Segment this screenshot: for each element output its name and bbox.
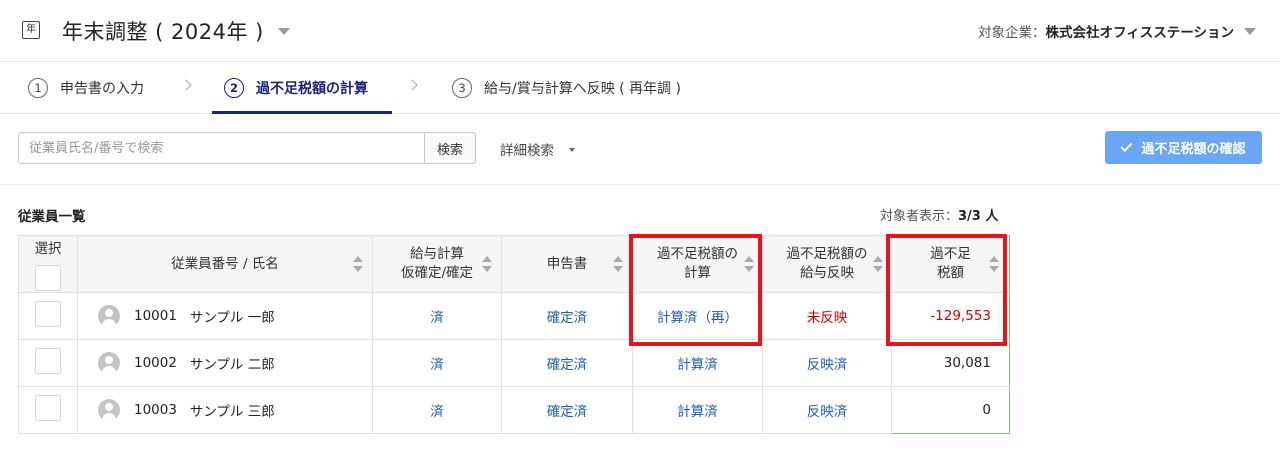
step-number: 3 xyxy=(452,78,472,98)
tax-amount-header-line1: 過不足 xyxy=(930,246,971,262)
payroll-status[interactable]: 済 xyxy=(372,386,502,434)
tax-reflect-column-header[interactable]: 過不足税額の 給与反映 xyxy=(762,235,892,293)
employee-number: 10002 xyxy=(134,355,177,371)
calendar-year-icon: 年 xyxy=(22,21,40,39)
sort-icon[interactable] xyxy=(873,255,883,273)
sort-icon[interactable] xyxy=(989,255,999,273)
row-checkbox[interactable] xyxy=(35,395,61,421)
company-chevron-down-icon[interactable] xyxy=(1244,28,1256,35)
caret-down-icon[interactable] xyxy=(569,148,575,152)
row-select-cell xyxy=(18,292,78,340)
sort-icon[interactable] xyxy=(744,255,754,273)
row-checkbox[interactable] xyxy=(35,301,61,327)
select-header-label: 選択 xyxy=(34,241,62,257)
tax-calc-header-line2: 計算 xyxy=(684,265,711,281)
result-count: 対象者表示：3/3 人 xyxy=(880,205,998,224)
step-tax-calculation[interactable]: 2 過不足税額の計算 xyxy=(224,62,368,114)
check-icon xyxy=(1120,139,1133,152)
avatar-icon xyxy=(98,352,120,374)
payroll-header-line2: 仮確定/確定 xyxy=(400,265,474,281)
payroll-column-header[interactable]: 給与計算 仮確定/確定 xyxy=(372,235,502,293)
search-button[interactable]: 検索 xyxy=(424,132,476,164)
chevron-down-icon[interactable] xyxy=(278,28,290,35)
step-label: 申告書の入力 xyxy=(60,81,144,97)
table-row[interactable]: 10003 サンプル 三郎 済 確定済 計算済 反映済 0 xyxy=(18,386,1010,434)
row-checkbox[interactable] xyxy=(35,348,61,374)
advanced-search-toggle[interactable]: 詳細検索 xyxy=(500,139,554,159)
employee-column-header[interactable]: 従業員番号 / 氏名 xyxy=(77,235,373,293)
employee-header-label: 従業員番号 / 氏名 xyxy=(171,255,279,272)
declaration-column-header[interactable]: 申告書 xyxy=(501,235,633,293)
sort-icon[interactable] xyxy=(613,255,623,273)
employee-name: サンプル 二郎 xyxy=(189,357,275,373)
tax-amount: -129,553 xyxy=(891,292,1010,340)
tax-reflect-header-line2: 給与反映 xyxy=(800,265,854,281)
declaration-header-label: 申告書 xyxy=(546,255,588,272)
employee-table: 選択 従業員番号 / 氏名 給与計算 仮確定/確定 申告書 過不足税額の 計算 xyxy=(18,235,1010,434)
row-select-cell xyxy=(18,339,78,387)
employee-cell: 10001 サンプル 一郎 xyxy=(77,292,373,340)
company-label: 対象企業： xyxy=(978,25,1046,41)
declaration-status[interactable]: 確定済 xyxy=(501,339,633,387)
page-title[interactable]: 年末調整 ( 2024年 ) xyxy=(62,16,264,46)
table-row[interactable]: 10001 サンプル 一郎 済 確定済 計算済（再） 未反映 -129,553 xyxy=(18,292,1010,340)
declaration-status[interactable]: 確定済 xyxy=(501,292,633,340)
select-all-checkbox[interactable] xyxy=(35,265,61,291)
step-reflect-payroll[interactable]: 3 給与/賞与計算へ反映 ( 再年調 ) xyxy=(452,62,681,114)
employee-number: 10001 xyxy=(134,308,177,324)
confirm-tax-button[interactable]: 過不足税額の確認 xyxy=(1105,131,1262,164)
tax-reflect-status[interactable]: 反映済 xyxy=(762,386,892,434)
step-label: 過不足税額の計算 xyxy=(256,81,368,97)
step-number: 2 xyxy=(224,78,244,98)
employee-search-input[interactable] xyxy=(18,132,425,164)
divider xyxy=(0,184,1280,185)
payroll-status[interactable]: 済 xyxy=(372,292,502,340)
company-selector[interactable]: 対象企業：株式会社オフィスステーション xyxy=(978,21,1234,41)
tax-calc-header-line1: 過不足税額の xyxy=(657,246,738,262)
step-label: 給与/賞与計算へ反映 ( 再年調 ) xyxy=(484,81,681,97)
payroll-status[interactable]: 済 xyxy=(372,339,502,387)
payroll-header-line1: 給与計算 xyxy=(410,246,464,262)
tax-amount: 0 xyxy=(891,386,1010,434)
step-input-declaration[interactable]: 1 申告書の入力 xyxy=(28,62,144,114)
result-count-label: 対象者表示： xyxy=(880,209,959,224)
declaration-status[interactable]: 確定済 xyxy=(501,386,633,434)
avatar-icon xyxy=(98,399,120,421)
app-header: 年 年末調整 ( 2024年 ) 対象企業：株式会社オフィスステーション xyxy=(0,0,1280,62)
tax-calc-column-header[interactable]: 過不足税額の 計算 xyxy=(632,235,763,293)
company-name: 株式会社オフィスステーション xyxy=(1045,25,1234,41)
result-count-value: 3/3 人 xyxy=(958,209,999,224)
row-select-cell xyxy=(18,386,78,434)
tax-calc-status[interactable]: 計算済（再） xyxy=(632,292,763,340)
step-number: 1 xyxy=(28,78,48,98)
employee-number: 10003 xyxy=(134,402,177,418)
employee-list-title: 従業員一覧 xyxy=(18,209,86,225)
employee-name: サンプル 一郎 xyxy=(189,310,275,326)
active-step-indicator xyxy=(212,111,392,114)
employee-name: サンプル 三郎 xyxy=(189,404,275,420)
select-column-header: 選択 xyxy=(18,235,78,293)
avatar-icon xyxy=(98,305,120,327)
step-navigation: 1 申告書の入力 2 過不足税額の計算 3 給与/賞与計算へ反映 ( 再年調 ) xyxy=(0,62,1280,114)
tax-amount: 30,081 xyxy=(891,339,1010,387)
tax-calc-status[interactable]: 計算済 xyxy=(632,386,763,434)
sort-icon[interactable] xyxy=(353,255,363,273)
employee-cell: 10003 サンプル 三郎 xyxy=(77,386,373,434)
tax-reflect-header-line1: 過不足税額の xyxy=(786,246,868,262)
sort-icon[interactable] xyxy=(482,255,492,273)
confirm-tax-label: 過不足税額の確認 xyxy=(1141,141,1246,156)
tax-calc-status[interactable]: 計算済 xyxy=(632,339,763,387)
employee-cell: 10002 サンプル 二郎 xyxy=(77,339,373,387)
table-row[interactable]: 10002 サンプル 二郎 済 確定済 計算済 反映済 30,081 xyxy=(18,339,1010,387)
table-header-row: 選択 従業員番号 / 氏名 給与計算 仮確定/確定 申告書 過不足税額の 計算 xyxy=(18,235,1010,293)
tax-amount-column-header[interactable]: 過不足 税額 xyxy=(891,235,1010,293)
tax-reflect-status[interactable]: 反映済 xyxy=(762,339,892,387)
tax-reflect-status[interactable]: 未反映 xyxy=(762,292,892,340)
tax-amount-header-line2: 税額 xyxy=(937,265,964,281)
